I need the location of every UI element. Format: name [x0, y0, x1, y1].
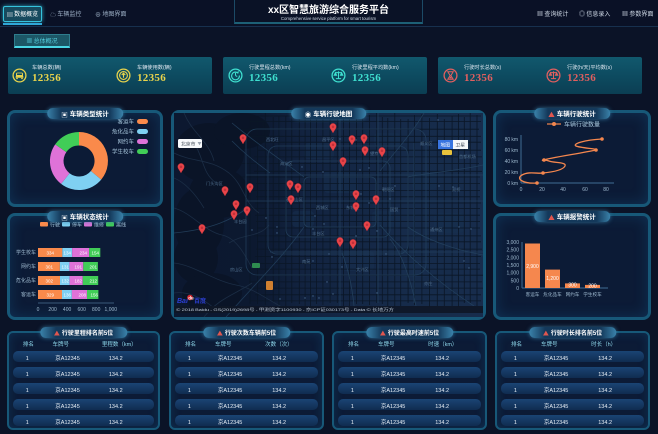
svg-text:离线: 离线 — [116, 221, 126, 228]
svg-text:网约车: 网约车 — [21, 263, 36, 270]
svg-text:亦庄: 亦庄 — [424, 280, 432, 287]
svg-text:20: 20 — [539, 186, 545, 193]
svg-text:208: 208 — [78, 293, 86, 299]
svg-text:3,000: 3,000 — [506, 239, 519, 246]
svg-text:车辆行驶数量: 车辆行驶数量 — [564, 120, 600, 129]
svg-text:0: 0 — [520, 186, 523, 193]
svg-text:学生校车: 学生校车 — [16, 249, 36, 256]
svg-text:1,000: 1,000 — [105, 306, 118, 313]
svg-text:302: 302 — [45, 279, 53, 285]
svg-text:门头沟区: 门头沟区 — [206, 180, 223, 187]
svg-text:80 km: 80 km — [505, 136, 518, 143]
svg-text:80: 80 — [603, 186, 609, 193]
svg-text:0: 0 — [37, 306, 40, 313]
svg-text:网约车: 网约车 — [566, 291, 580, 298]
svg-text:1,500: 1,500 — [506, 262, 519, 269]
svg-text:2,000: 2,000 — [506, 254, 519, 261]
svg-text:望京: 望京 — [370, 150, 378, 157]
svg-text:危化品车: 危化品车 — [16, 277, 36, 284]
svg-text:2,500: 2,500 — [506, 247, 519, 254]
svg-text:通州区: 通州区 — [430, 226, 443, 233]
svg-text:400: 400 — [63, 306, 72, 313]
svg-text:201: 201 — [89, 265, 97, 271]
svg-text:182: 182 — [74, 279, 82, 285]
svg-text:地图: 地图 — [441, 142, 451, 149]
svg-text:154: 154 — [91, 251, 99, 257]
svg-text:学生校车: 学生校车 — [583, 291, 602, 298]
svg-text:卫星: 卫星 — [456, 142, 466, 149]
svg-text:156: 156 — [90, 293, 98, 299]
svg-text:丰台区: 丰台区 — [312, 230, 325, 237]
svg-text:600: 600 — [78, 306, 87, 313]
svg-text:房山区: 房山区 — [230, 266, 243, 273]
svg-text:0: 0 — [516, 285, 519, 292]
svg-text:300: 300 — [568, 282, 577, 289]
svg-text:2,900: 2,900 — [526, 263, 539, 270]
svg-text:停车: 停车 — [72, 221, 82, 228]
svg-text:行驶: 行驶 — [50, 221, 60, 228]
svg-text:200: 200 — [48, 306, 57, 313]
svg-text:301: 301 — [45, 265, 53, 271]
svg-text:0 km: 0 km — [507, 180, 518, 187]
svg-text:西北旺: 西北旺 — [266, 136, 279, 143]
svg-text:客运车: 客运车 — [21, 291, 36, 298]
svg-text:丰台园: 丰台园 — [234, 218, 247, 225]
svg-text:1,000: 1,000 — [506, 270, 519, 277]
svg-text:132: 132 — [61, 279, 69, 285]
svg-text:© 2018 Baidu - GS(2019)2698号 -: © 2018 Baidu - GS(2019)2698号 - 甲测资字11009… — [176, 307, 394, 313]
svg-text:131: 131 — [61, 265, 69, 271]
svg-text:学生校车: 学生校车 — [112, 148, 135, 156]
svg-text:朝阳区: 朝阳区 — [382, 186, 395, 193]
svg-text:维修: 维修 — [94, 221, 104, 228]
svg-text:60: 60 — [582, 186, 588, 193]
svg-text:800: 800 — [92, 306, 101, 313]
svg-text:北京市: 北京市 — [181, 141, 196, 148]
svg-text:234: 234 — [79, 251, 87, 257]
svg-text:200: 200 — [588, 283, 597, 290]
svg-text:136: 136 — [63, 293, 71, 299]
svg-text:Bai: Bai — [177, 296, 189, 306]
svg-text:南苑: 南苑 — [302, 258, 311, 265]
svg-text:191: 191 — [74, 265, 82, 271]
svg-text:大兴区: 大兴区 — [356, 266, 369, 273]
svg-text:百度: 百度 — [194, 296, 206, 305]
svg-text:60 km: 60 km — [505, 147, 518, 154]
svg-text:西城区: 西城区 — [316, 204, 329, 211]
svg-text:首都机场: 首都机场 — [459, 153, 476, 160]
svg-text:329: 329 — [46, 293, 54, 299]
svg-text:危化品车: 危化品车 — [543, 291, 562, 298]
svg-text:网约车: 网约车 — [117, 138, 134, 146]
svg-text:国贸: 国贸 — [390, 206, 398, 213]
svg-text:20 km: 20 km — [505, 169, 518, 176]
svg-text:134: 134 — [63, 251, 71, 257]
svg-text:40 km: 40 km — [505, 158, 518, 165]
svg-text:212: 212 — [89, 279, 97, 285]
svg-text:顺义区: 顺义区 — [420, 141, 433, 147]
svg-text:危化品车: 危化品车 — [112, 128, 135, 136]
svg-text:客运车: 客运车 — [117, 118, 134, 126]
svg-text:▼: ▼ — [198, 141, 202, 147]
svg-text:500: 500 — [511, 277, 520, 284]
svg-text:1,200: 1,200 — [546, 275, 559, 282]
svg-text:334: 334 — [46, 251, 54, 257]
svg-text:海淀区: 海淀区 — [280, 160, 293, 167]
svg-text:40: 40 — [560, 186, 566, 193]
svg-text:客运车: 客运车 — [526, 291, 540, 298]
